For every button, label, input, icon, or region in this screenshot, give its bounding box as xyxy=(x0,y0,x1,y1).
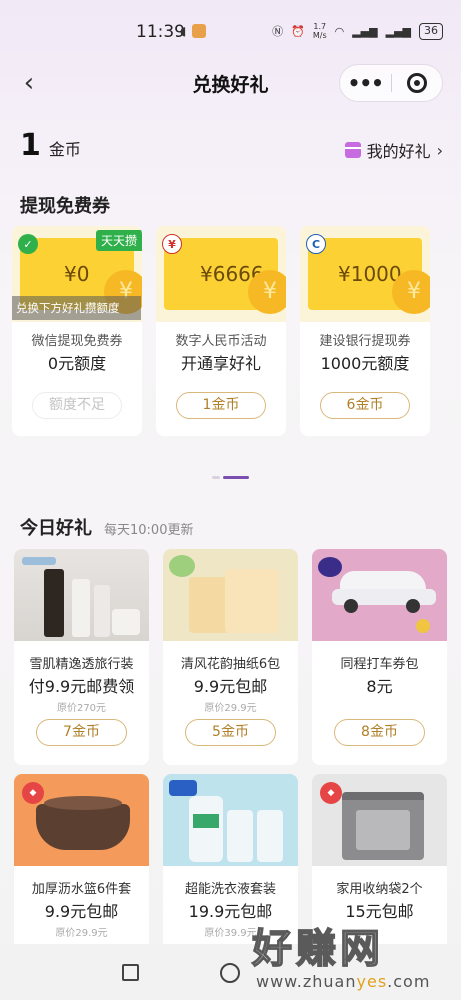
product-redeem-button[interactable]: 7金币 xyxy=(36,719,127,746)
today-section-subtitle: 每天10:00更新 xyxy=(104,523,194,538)
product-redeem-button[interactable]: 8金币 xyxy=(334,719,425,746)
recent-apps-button[interactable] xyxy=(122,964,139,981)
voucher-redeem-button[interactable]: 1金币 xyxy=(176,392,266,419)
status-bar: 11:39 ◖ Ⓝ ⏰ 1.7 M/s ◠ ▂▄▆ ▂▄▆ 36 xyxy=(0,0,461,66)
alarm-icon: ⏰ xyxy=(291,24,305,38)
gift-icon xyxy=(344,142,361,158)
product-name: 加厚沥水篮6件套 xyxy=(31,882,132,897)
watermark-url-part: www.zhuan xyxy=(256,972,357,991)
my-gifts-link[interactable]: 我的好礼 › xyxy=(344,138,443,162)
product-image: ◆ xyxy=(312,774,447,866)
product-original-price: 原价29.9元 xyxy=(204,703,257,714)
voucher-subtitle: 数字人民币活动 xyxy=(175,334,267,349)
product-price: 8元 xyxy=(366,677,393,696)
product-image xyxy=(163,549,298,641)
mini-program-capsule: ••• xyxy=(339,64,443,102)
app-notification-icon xyxy=(192,24,207,38)
product-redeem-button[interactable]: 5金币 xyxy=(185,719,276,746)
voucher-card[interactable]: ✓ 天天攒 ¥0 ¥ 兑换下方好礼攒额度 微信提现免费券 0元额度 额度不足 xyxy=(12,226,142,436)
watermark-url-part: .com xyxy=(387,972,431,991)
notification-icons: ◖ xyxy=(180,24,207,38)
product-name: 超能洗衣液套装 xyxy=(184,882,276,897)
battery-indicator: 36 xyxy=(419,22,443,40)
product-name: 同程打车券包 xyxy=(340,657,419,672)
voucher-overlay-text: 兑换下方好礼攒额度 xyxy=(12,296,141,320)
home-button[interactable] xyxy=(220,963,240,983)
product-name: 雪肌精逸透旅行装 xyxy=(29,657,134,672)
brand-badge-icon: ◆ xyxy=(22,782,44,804)
target-close-icon xyxy=(406,73,427,93)
pager-dot-active xyxy=(223,476,249,479)
product-price: 9.9元包邮 xyxy=(193,677,268,696)
voucher-title: 开通享好礼 xyxy=(180,354,261,373)
yen-coin-icon: ¥ xyxy=(392,270,430,314)
my-gifts-label: 我的好礼 xyxy=(366,142,431,161)
voucher-amount: ¥1000 xyxy=(338,262,402,286)
qq-icon: ◖ xyxy=(180,24,187,38)
coin-unit: 金币 xyxy=(48,140,81,159)
product-name: 清风花韵抽纸6包 xyxy=(180,657,281,672)
wifi-icon: ◠ xyxy=(334,24,345,38)
pager-dot xyxy=(212,476,220,479)
product-card[interactable]: 同程打车券包 8元 8金币 xyxy=(312,549,447,765)
status-time: 11:39 xyxy=(136,22,185,42)
voucher-subtitle: 微信提现免费券 xyxy=(31,334,123,349)
voucher-amount: ¥0 xyxy=(64,262,90,286)
voucher-card[interactable]: ¥ ¥6666 ¥ 数字人民币活动 开通享好礼 1金币 xyxy=(156,226,286,436)
wechat-icon: ✓ xyxy=(18,234,38,254)
product-image xyxy=(312,549,447,641)
voucher-redeem-button[interactable]: 额度不足 xyxy=(32,392,122,419)
signal-icon-2: ▂▄▆ xyxy=(385,24,411,38)
product-card[interactable]: 清风花韵抽纸6包 9.9元包邮 原价29.9元 5金币 xyxy=(163,549,298,765)
watermark-logo-text: 好赚网 xyxy=(251,925,384,973)
net-speed: 1.7 M/s xyxy=(312,22,327,40)
carousel-indicator xyxy=(212,476,249,479)
brand-badge-icon: ◆ xyxy=(320,782,342,804)
close-button[interactable] xyxy=(391,73,442,93)
product-price: 9.9元包邮 xyxy=(44,902,119,921)
product-image: ◆ xyxy=(14,774,149,866)
coin-amount: 1 xyxy=(20,128,41,163)
today-section-title: 今日好礼 xyxy=(20,518,92,539)
top-nav: ‹ 兑换好礼 ••• xyxy=(0,62,461,108)
voucher-title: 0元额度 xyxy=(47,354,107,373)
voucher-redeem-button[interactable]: 6金币 xyxy=(320,392,410,419)
coin-balance: 1 金币 xyxy=(20,128,81,163)
chevron-right-icon: › xyxy=(436,140,443,160)
more-button[interactable]: ••• xyxy=(340,71,391,95)
site-watermark: 好赚网 www.zhuanyes.com xyxy=(251,916,452,1000)
product-image xyxy=(163,774,298,866)
signal-icon: ▂▄▆ xyxy=(352,24,378,38)
ccb-bank-icon: C xyxy=(306,234,326,254)
system-icons: Ⓝ ⏰ 1.7 M/s ◠ ▂▄▆ ▂▄▆ 36 xyxy=(272,22,443,40)
voucher-tag: 天天攒 xyxy=(95,230,142,251)
yen-coin-icon: ¥ xyxy=(248,270,286,314)
product-name: 家用收纳袋2个 xyxy=(336,882,423,897)
product-price: 付9.9元邮费领 xyxy=(28,677,135,696)
watermark-url: www.zhuanyes.com xyxy=(256,972,430,991)
product-original-price: 原价270元 xyxy=(56,703,107,714)
voucher-subtitle: 建设银行提现券 xyxy=(319,334,411,349)
voucher-card[interactable]: C ¥1000 ¥ 建设银行提现券 1000元额度 6金币 xyxy=(300,226,430,436)
voucher-title: 1000元额度 xyxy=(320,354,410,373)
product-image xyxy=(14,549,149,641)
product-original-price: 原价29.9元 xyxy=(55,928,108,939)
nfc-icon: Ⓝ xyxy=(272,25,284,38)
digital-rmb-icon: ¥ xyxy=(162,234,182,254)
product-card[interactable]: 雪肌精逸透旅行装 付9.9元邮费领 原价270元 7金币 xyxy=(14,549,149,765)
watermark-url-accent: yes xyxy=(356,972,388,991)
vouchers-section-title: 提现免费券 xyxy=(20,196,110,217)
